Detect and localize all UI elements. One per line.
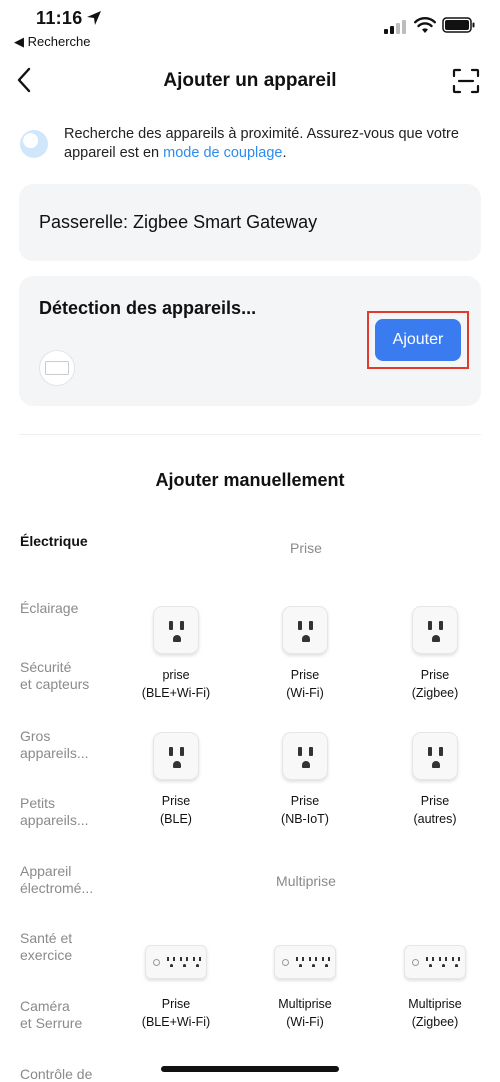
pairing-mode-link[interactable]: mode de couplage [163, 145, 282, 161]
category-securite[interactable]: Sécurité et capteurs [20, 659, 130, 693]
product-tile[interactable]: Prise (Wi-Fi) [250, 606, 360, 702]
power-strip-icon [145, 945, 207, 979]
gateway-label: Passerelle: Zigbee Smart Gateway [39, 212, 318, 232]
category-eclairage[interactable]: Éclairage [20, 600, 130, 617]
product-label: Prise (Wi-Fi) [286, 668, 324, 700]
manual-add-title: Ajouter manuellement [155, 470, 345, 490]
cellular-signal-icon [384, 20, 406, 34]
device-detection-card: Détection des appareils... Ajouter [19, 276, 481, 406]
gateway-card[interactable]: Passerelle: Zigbee Smart Gateway [19, 184, 481, 261]
plug-icon [412, 606, 458, 654]
product-tile[interactable]: prise (BLE+Wi-Fi) [121, 606, 231, 702]
back-to-app-link[interactable]: ◀ Recherche [14, 34, 90, 50]
info-text-end: . [282, 145, 287, 161]
group-label-multiprise: Multiprise [276, 873, 336, 889]
product-label: Multiprise (Zigbee) [408, 997, 462, 1029]
plug-icon [153, 606, 199, 654]
category-electromenager[interactable]: Appareil électromé... [20, 863, 130, 897]
page-title: Ajouter un appareil [163, 70, 337, 91]
power-strip-icon [404, 945, 466, 979]
product-label: Prise (NB-IoT) [281, 794, 329, 826]
category-gros-appareils[interactable]: Gros appareils... [20, 728, 130, 762]
location-arrow-icon [87, 11, 101, 25]
wifi-icon [414, 17, 436, 33]
category-sante-exercice[interactable]: Santé et exercice [20, 930, 130, 964]
product-tile[interactable]: Prise (autres) [380, 732, 490, 828]
searching-radar-icon [20, 130, 48, 158]
category-electrique[interactable]: Électrique [20, 533, 130, 550]
plug-icon [412, 732, 458, 780]
product-label: Prise (autres) [413, 794, 457, 826]
product-tile[interactable]: Prise (BLE+Wi-Fi) [121, 945, 231, 1031]
product-tile[interactable]: Multiprise (Wi-Fi) [250, 945, 360, 1031]
status-time: 11:16 [36, 8, 83, 28]
product-label: prise (BLE+Wi-Fi) [141, 668, 211, 700]
plug-icon [282, 606, 328, 654]
product-label: Prise (BLE) [160, 794, 192, 826]
home-indicator[interactable] [161, 1066, 339, 1072]
section-divider [19, 434, 481, 435]
power-strip-icon [274, 945, 336, 979]
product-label: Prise (BLE+Wi-Fi) [141, 997, 211, 1029]
detection-title: Détection des appareils... [39, 298, 257, 318]
product-tile[interactable]: Prise (Zigbee) [380, 606, 490, 702]
product-label: Multiprise (Wi-Fi) [278, 997, 332, 1029]
plug-icon [153, 732, 199, 780]
category-camera-serrure[interactable]: Caméra et Serrure [20, 998, 130, 1032]
plug-icon [282, 732, 328, 780]
category-petits-appareils[interactable]: Petits appareils... [20, 795, 130, 829]
product-label: Prise (Zigbee) [411, 668, 459, 700]
product-tile[interactable]: Multiprise (Zigbee) [380, 945, 490, 1031]
status-bar: 11:16 ◀ Recherche [0, 0, 500, 52]
product-tile[interactable]: Prise (NB-IoT) [250, 732, 360, 828]
product-tile[interactable]: Prise (BLE) [121, 732, 231, 828]
add-device-button[interactable]: Ajouter [375, 319, 461, 361]
found-device-icon[interactable] [39, 350, 75, 386]
battery-icon [442, 17, 475, 33]
group-label-prise: Prise [290, 540, 322, 556]
scan-icon[interactable] [452, 68, 480, 94]
category-controle[interactable]: Contrôle de [20, 1066, 130, 1082]
search-info-text: Recherche des appareils à proximité. Ass… [64, 125, 474, 163]
